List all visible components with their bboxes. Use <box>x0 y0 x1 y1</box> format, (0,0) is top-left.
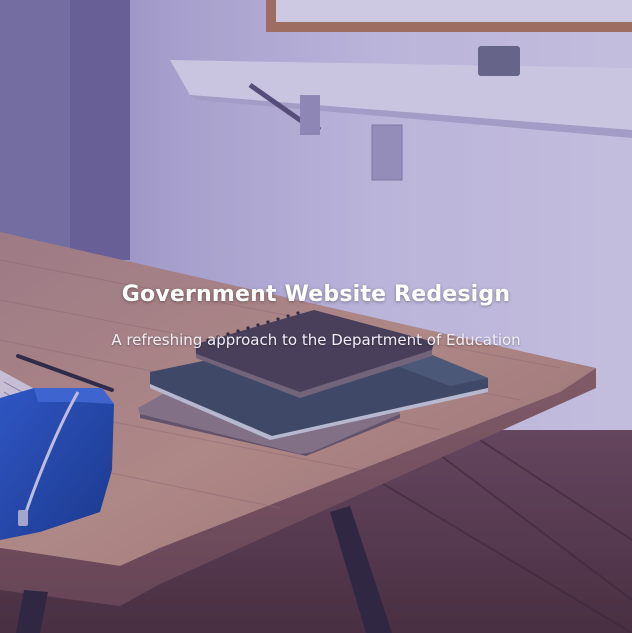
project-subtitle: A refreshing approach to the Department … <box>111 331 521 349</box>
project-title[interactable]: Government Website Redesign <box>0 282 632 307</box>
desk-scene-image <box>0 0 632 633</box>
project-card[interactable]: Government Website Redesign A refreshing… <box>0 0 632 633</box>
